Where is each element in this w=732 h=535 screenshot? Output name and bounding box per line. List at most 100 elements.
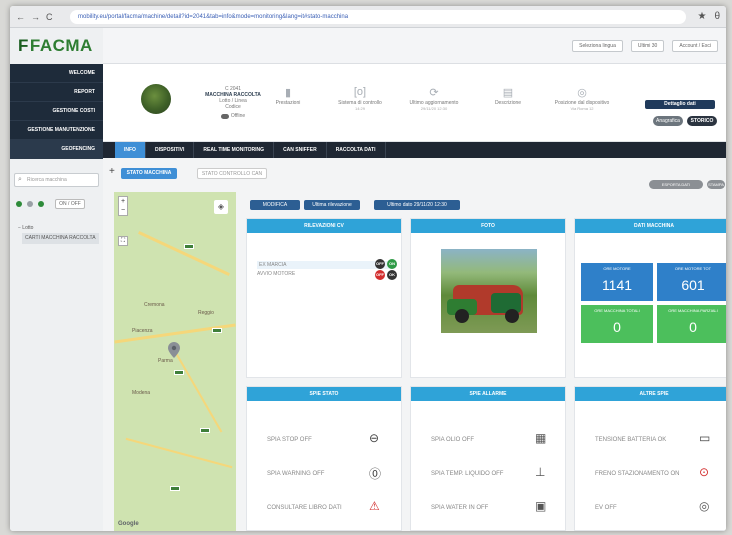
filter-toggle[interactable]: ON / OFF [55,199,85,209]
status-badge-on: ON [387,259,397,269]
spia-label: SPIA WATER IN OFF [431,505,489,511]
machine-header: C 2041 MACCHINA RACCOLTA Lotto / Linea C… [103,64,726,142]
tab-info[interactable]: INFO [115,142,146,158]
map-town: Piacenza [132,328,153,334]
map-road-sign [174,370,184,375]
print-button[interactable]: STAMPA [707,180,725,189]
refresh-icon: ⟳ [429,87,439,99]
reload-icon[interactable]: C [46,12,53,22]
sidebar-item-gestione-costi[interactable]: GESTIONE COSTI [10,102,103,121]
back-icon[interactable]: ← [16,12,25,22]
modifica-button[interactable]: MODIFICA [250,200,300,210]
stat-sub: 14:29 [354,106,365,111]
fullscreen-icon[interactable]: ⛶ [118,236,128,246]
stop-indicator-icon: ⊖ [369,431,380,445]
tile-ore-motore-tot: ORE MOTORE TOT 601 [657,263,726,301]
stat-sub: 29/11/20 12:30 [420,106,448,111]
machine-tree: − Lotto CARTI MACCHINA RACCOLTA [14,223,99,244]
logo[interactable]: F FACMA [10,28,103,64]
profile-icon[interactable]: θ [714,11,720,22]
machine-search-input[interactable]: ⌕ Ricerca macchina [14,173,99,187]
address-bar[interactable]: mobility.eu/portal/facma/machine/detail?… [70,9,686,24]
photo-shape [455,309,469,323]
bar-chart-icon: ▮ [284,87,292,99]
panel-rilevazioni: RILEVAZIONI CV EX MARCIA OFF ON AVVIO MO… [246,218,402,378]
spia-label: SPIA WARNING OFF [267,471,325,477]
machine-photo[interactable] [441,249,537,333]
map-town: Reggio [198,310,214,316]
status-dot-active[interactable] [38,201,44,207]
sidebar-item-gestione-manutenzione[interactable]: GESTIONE MANUTENZIONE [10,121,103,140]
rilevazione-row: EX MARCIA [257,261,392,269]
tile-ore-motore: ORE MOTORE 1141 [581,263,653,301]
sidebar-menu: WELCOME REPORT GESTIONE COSTI GESTIONE M… [10,64,103,159]
map[interactable]: Piacenza Parma Reggio Modena Cremona + −… [114,192,236,531]
forward-icon[interactable]: → [31,12,40,22]
tab-can-sniffer[interactable]: CAN SNIFFER [274,142,327,158]
panel-dati-macchina: DATI MACCHINA ORE MOTORE 1141 ORE MOTORE… [574,218,726,378]
sidebar-item-report[interactable]: REPORT [10,83,103,102]
tile-label: ORE MACCHINA PARZIALI [668,308,718,313]
export-button[interactable]: ESPORTA DATI [649,180,703,189]
rilevazione-row: AVVIO MOTORE [257,271,296,277]
ultima-rilevazione-label: Ultima rilevazione [304,200,360,210]
status-dot-online[interactable] [16,201,22,207]
tile-value: 0 [613,319,621,335]
period-select[interactable]: Ultimi 30 [630,39,665,52]
account-menu[interactable]: Account / Esci [672,39,718,52]
tab-stato-macchina[interactable]: STATO MACCHINA [121,168,177,179]
machine-avatar [141,84,171,114]
dettaglio-button[interactable]: Dettaglio dati [645,100,715,109]
map-town: Parma [158,358,173,364]
warning-indicator-icon: ⓪ [369,467,382,481]
stat-posizione[interactable]: ◎ Posizione dal dispositivo Via Roma 12 [547,86,617,111]
stat-descrizione[interactable]: ▤ Descrizione [473,86,543,106]
language-select[interactable]: Seleziona lingua [572,39,623,52]
spia-label: SPIA STOP OFF [267,437,312,443]
stat-sistema[interactable]: [o] Sistema di controllo 14:29 [325,86,395,111]
panel-title: SPIE STATO [247,387,401,401]
status-badge-ok: OK [387,270,397,280]
document-icon: ▤ [502,87,514,99]
map-pin-icon[interactable] [168,342,180,358]
zoom-out-button[interactable]: − [119,206,127,215]
water-filter-icon: ▣ [535,499,547,513]
tab-dispositivi[interactable]: DISPOSITIVI [146,142,195,158]
map-road [175,353,223,433]
star-icon[interactable]: ★ [697,11,706,22]
status-dot-idle[interactable] [27,201,33,207]
tab-raccolta-dati[interactable]: RACCOLTA DATI [327,142,386,158]
tile-value: 1141 [601,277,633,293]
stat-ultimo-aggiornamento[interactable]: ⟳ Ultimo aggiornamento 29/11/20 12:30 [399,86,469,111]
sidebar-item-welcome[interactable]: WELCOME [10,64,103,83]
stat-prestazioni[interactable]: ▮ Prestazioni [253,86,323,106]
status-toggle-icon [220,113,229,119]
tab-real-time-monitoring[interactable]: REAL TIME MONITORING [194,142,275,158]
tile-label: ORE MOTORE TOT [674,266,712,271]
stat-label: Descrizione [494,100,522,106]
tree-leaf-machine[interactable]: CARTI MACCHINA RACCOLTA [22,233,99,244]
tab-stato-controllo[interactable]: STATO CONTROLLO CAN [197,168,267,179]
panel-title: SPIE ALLARME [411,387,565,401]
ultimo-dato-label: Ultimo dato 29/11/20 12:30 [374,200,460,210]
add-icon[interactable]: + [109,166,115,177]
spia-label: EV OFF [595,505,617,511]
storico-button[interactable]: STORICO [687,116,717,126]
stat-label: Prestazioni [275,100,301,106]
tile-value: 601 [681,277,705,293]
map-zoom-controls: + − [118,196,128,216]
map-road-sign [212,328,222,333]
status-badge-off: OFF [375,259,385,269]
panel-altre-spie: ALTRE SPIE TENSIONE BATTERIA OK ▭ FRENO … [574,386,726,531]
zoom-in-button[interactable]: + [119,197,127,206]
oil-icon: ▦ [535,431,547,445]
sidebar-item-geofencing[interactable]: GEOFENCING [10,140,103,159]
ev-icon: ◎ [699,499,710,513]
map-road [138,231,230,276]
anagrafica-button[interactable]: Anagrafica [653,116,683,126]
panel-foto: FOTO [410,218,566,378]
panel-title: RILEVAZIONI CV [247,219,401,233]
tree-node-lotto[interactable]: − Lotto [14,223,99,233]
battery-icon: ▭ [699,431,711,445]
layers-icon[interactable]: ◈ [214,200,228,214]
